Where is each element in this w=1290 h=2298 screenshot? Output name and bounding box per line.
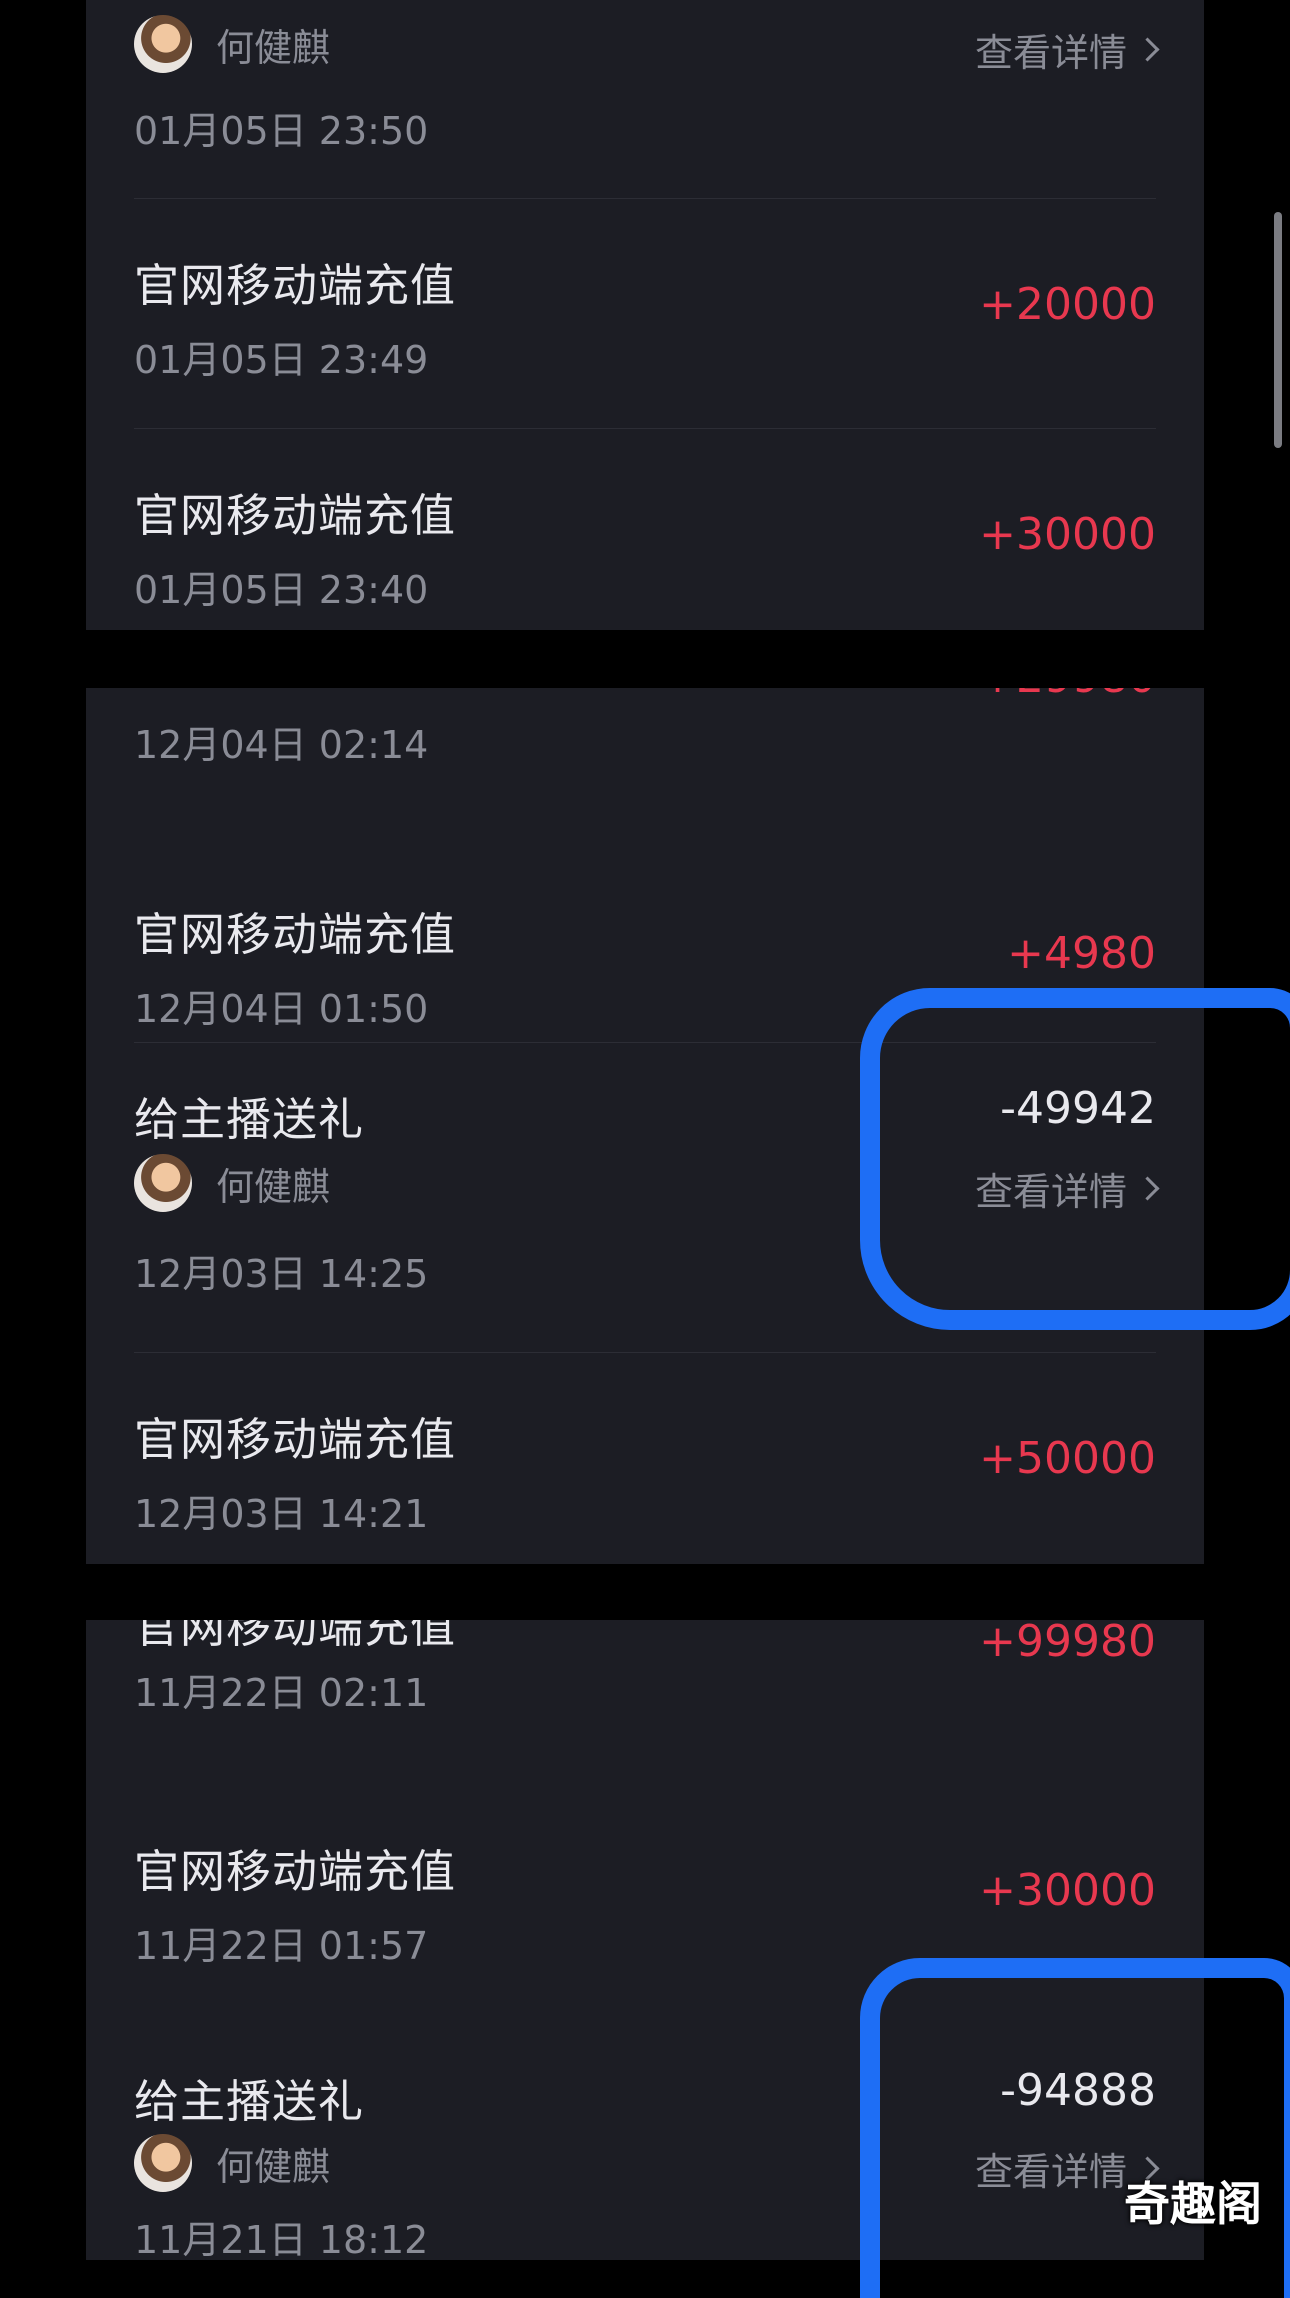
transaction-time: 11月22日 01:57 (134, 1924, 429, 1968)
transaction-time: 11月21日 18:12 (134, 2218, 429, 2260)
user-info[interactable]: 何健麒 (134, 2133, 330, 2193)
user-info[interactable]: 何健麒 (134, 14, 330, 74)
view-details-link[interactable]: 查看详情 (974, 22, 1160, 77)
transaction-amount: +30000 (979, 509, 1156, 560)
transaction-title: 官网移动端充值 (134, 1845, 457, 1898)
transaction-title: 官网移动端充值 (134, 1413, 457, 1466)
transaction-amount: +30000 (979, 1865, 1156, 1916)
watermark: 奇趣阁 (1124, 2177, 1262, 2231)
user-avatar (134, 15, 192, 73)
transaction-title: 给主播送礼 (134, 2075, 365, 2128)
highlight-annotation (860, 1958, 1290, 2298)
chevron-right-icon (1135, 37, 1160, 62)
transaction-time: 11月22日 02:11 (134, 1671, 429, 1715)
highlight-annotation (860, 988, 1290, 1330)
user-info[interactable]: 何健麒 (134, 1153, 330, 1213)
transaction-time: 12月03日 14:21 (134, 1492, 429, 1536)
transaction-row: 何健麒 查看详情 01月05日 23:50 (86, 0, 1204, 196)
scrollbar[interactable] (1274, 212, 1282, 448)
transaction-row[interactable]: 官网移动端充值 +20000 01月05日 23:49 (86, 199, 1204, 429)
transaction-title: 官网移动端充值 (134, 489, 457, 542)
transaction-amount: +29980 (979, 688, 1156, 703)
transaction-time: 01月05日 23:50 (134, 109, 429, 153)
transaction-time: 12月04日 01:50 (134, 987, 429, 1031)
transaction-title: 给主播送礼 (134, 1093, 365, 1146)
transaction-amount: +99980 (979, 1620, 1156, 1667)
transaction-title: 官网移动端充值 (134, 908, 457, 961)
transaction-time: 12月03日 14:25 (134, 1252, 429, 1296)
user-name: 何健麒 (216, 25, 331, 70)
user-avatar (134, 2134, 192, 2192)
transaction-amount: +20000 (979, 279, 1156, 330)
transaction-amount: +50000 (979, 1433, 1156, 1484)
transaction-title: 官网移动端充值 (134, 259, 457, 312)
transaction-time: 01月05日 23:40 (134, 568, 429, 612)
transaction-row[interactable]: 官网移动端充值 +30000 01月05日 23:40 (86, 429, 1204, 629)
user-name: 何健麒 (216, 2144, 331, 2189)
transaction-amount: +4980 (1007, 928, 1156, 979)
transaction-time: 01月05日 23:49 (134, 338, 429, 382)
transaction-row[interactable]: 官网移动端充值 +99980 11月22日 02:11 (86, 1620, 1204, 1780)
view-details-label: 查看详情 (974, 31, 1127, 75)
user-avatar (134, 1154, 192, 1212)
transaction-row[interactable]: 官网移动端充值 +50000 12月03日 14:21 (86, 1353, 1204, 1563)
screenshot-root: { "panel1": { "row1": { "user": "何健麒", "… (0, 0, 1290, 2298)
transaction-title: 官网移动端充值 (134, 1620, 457, 1653)
transaction-panel-1: 何健麒 查看详情 01月05日 23:50 官网移动端充值 +20000 01月… (86, 0, 1204, 630)
transaction-time: 12月04日 02:14 (134, 723, 429, 767)
user-name: 何健麒 (216, 1164, 331, 1209)
